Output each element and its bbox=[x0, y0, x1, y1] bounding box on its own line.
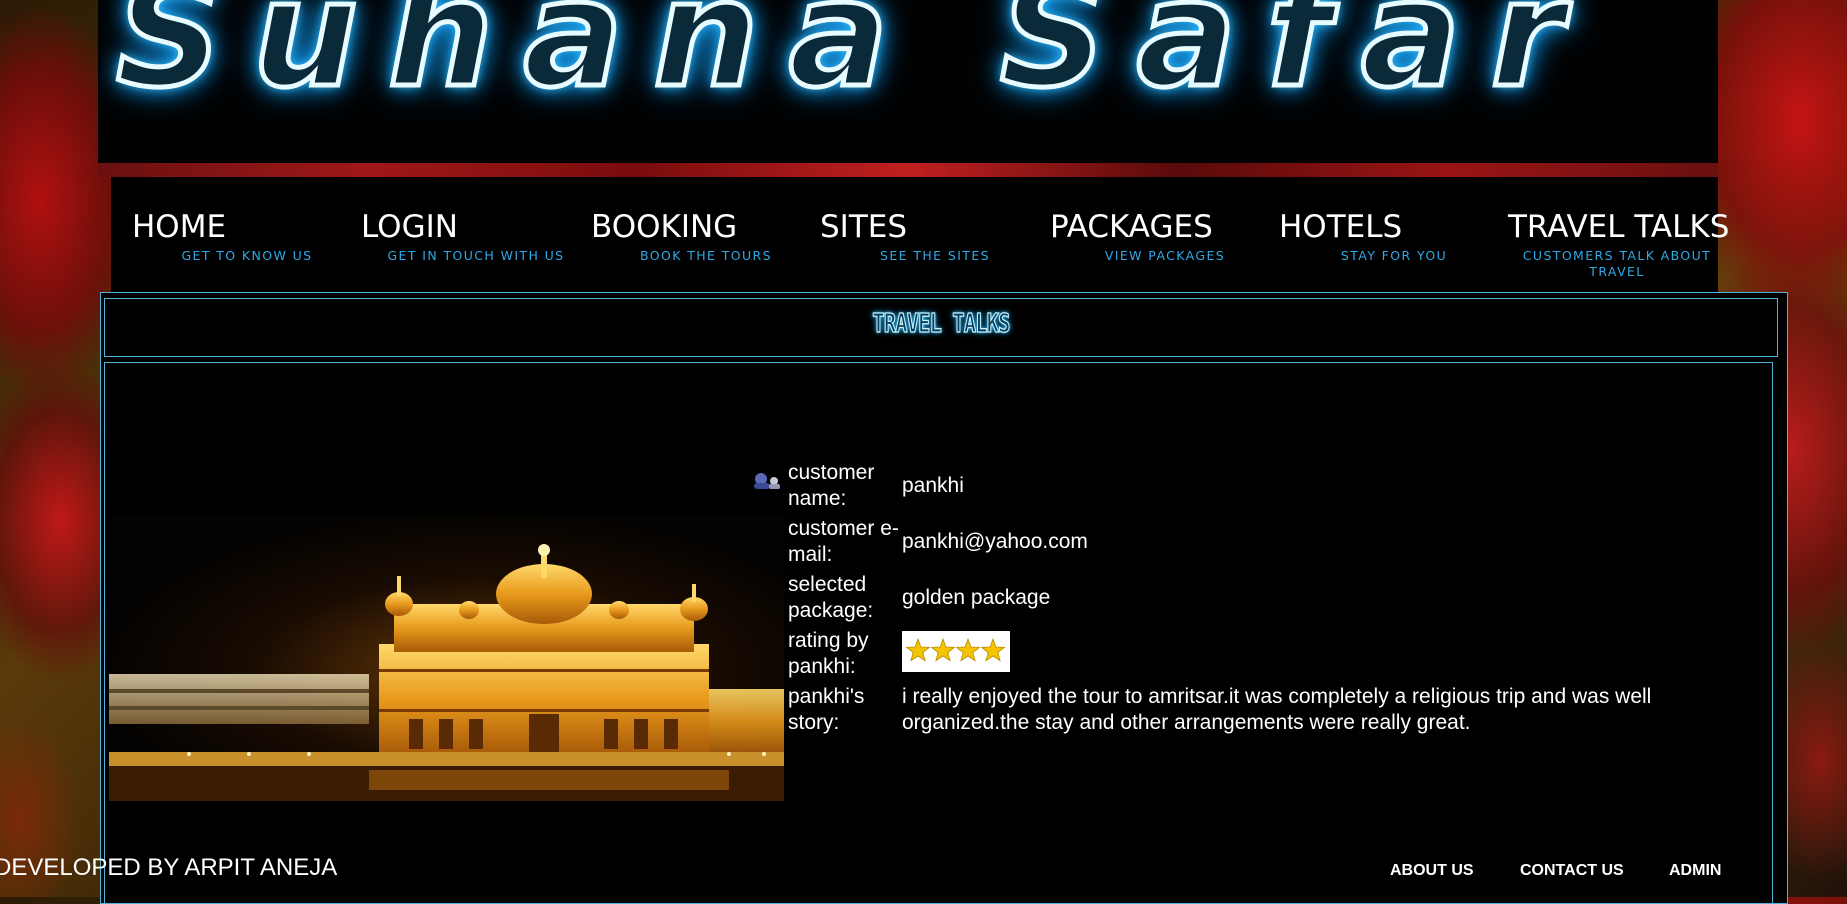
nav-sublabel: GET IN TOUCH WITH US bbox=[387, 248, 565, 263]
review-row-package: selected package: golden package bbox=[788, 572, 1702, 628]
review-row-name: customer name: pankhi bbox=[788, 460, 1702, 516]
nav-item-hotels[interactable]: HOTELS STAY FOR YOU bbox=[1279, 209, 1509, 264]
nav-sublabel: BOOK THE TOURS bbox=[640, 248, 772, 263]
rating-label: rating by pankhi: bbox=[788, 629, 869, 678]
nav-sublabel: VIEW PACKAGES bbox=[1104, 248, 1226, 263]
site-banner: Suhana Safar bbox=[98, 0, 1718, 163]
nav-sublabel: STAY FOR YOU bbox=[1340, 248, 1448, 263]
nav-label[interactable]: PACKAGES bbox=[1050, 209, 1280, 245]
rating-stars bbox=[902, 631, 1010, 672]
nav-sublabel: GET TO KNOW US bbox=[181, 248, 313, 263]
story-label: pankhi's story: bbox=[788, 685, 865, 734]
star-icon bbox=[930, 637, 956, 662]
main-nav: HOME GET TO KNOW US LOGIN GET IN TOUCH W… bbox=[111, 177, 1729, 292]
nav-item-packages[interactable]: PACKAGES VIEW PACKAGES bbox=[1050, 209, 1280, 264]
footer-link-admin[interactable]: ADMIN bbox=[1669, 862, 1721, 880]
review-row-story: pankhi's story: i really enjoyed the tou… bbox=[788, 684, 1702, 736]
story-text: i really enjoyed the tour to amritsar.it… bbox=[902, 685, 1652, 734]
nav-label[interactable]: LOGIN bbox=[361, 209, 591, 245]
nav-item-login[interactable]: LOGIN GET IN TOUCH WITH US bbox=[361, 209, 591, 264]
customer-name-value: pankhi bbox=[902, 474, 964, 497]
customer-email-label: customer e-mail: bbox=[788, 517, 899, 566]
footer-link-contact[interactable]: CONTACT US bbox=[1520, 862, 1624, 880]
review-row-email: customer e-mail: pankhi@yahoo.com bbox=[788, 516, 1702, 572]
star-icon bbox=[980, 637, 1006, 662]
nav-label[interactable]: TRAVEL TALKS bbox=[1508, 209, 1729, 245]
nav-label[interactable]: HOTELS bbox=[1279, 209, 1509, 245]
nav-item-booking[interactable]: BOOKING BOOK THE TOURS bbox=[591, 209, 821, 264]
selected-package-label: selected package: bbox=[788, 573, 874, 622]
nav-item-home[interactable]: HOME GET TO KNOW US bbox=[132, 209, 362, 264]
temple-illustration bbox=[109, 514, 784, 801]
review-row-rating: rating by pankhi: bbox=[788, 628, 1702, 684]
nav-item-sites[interactable]: SITES SEE THE SITES bbox=[820, 209, 1050, 264]
nav-label[interactable]: BOOKING bbox=[591, 209, 821, 245]
nav-sublabel: SEE THE SITES bbox=[880, 248, 990, 263]
user-icon bbox=[752, 472, 782, 490]
rating-stars-icon bbox=[905, 637, 1006, 662]
star-icon bbox=[955, 637, 981, 662]
golden-temple-image bbox=[109, 514, 784, 801]
page-title: TRAVEL TALKS bbox=[872, 308, 1011, 339]
review-details: customer name: pankhi customer e-mail: p… bbox=[788, 460, 1702, 736]
selected-package-value: golden package bbox=[902, 586, 1051, 609]
customer-name-label: customer name: bbox=[788, 461, 875, 510]
page-title-box: TRAVEL TALKS bbox=[104, 298, 1778, 357]
nav-sublabel: CUSTOMERS TALK ABOUT TRAVEL bbox=[1522, 248, 1712, 279]
footer-link-about[interactable]: ABOUT US bbox=[1390, 862, 1474, 880]
star-icon bbox=[905, 637, 931, 662]
nav-label[interactable]: HOME bbox=[132, 209, 362, 245]
decorative-strip bbox=[98, 163, 1718, 177]
nav-item-travel-talks[interactable]: TRAVEL TALKS CUSTOMERS TALK ABOUT TRAVEL bbox=[1508, 209, 1729, 280]
developer-credit: DEVELOPED BY ARPIT ANEJA bbox=[0, 854, 338, 881]
site-logo-text: Suhana Safar bbox=[114, 0, 1594, 123]
nav-label[interactable]: SITES bbox=[820, 209, 1050, 245]
customer-email-value: pankhi@yahoo.com bbox=[902, 530, 1088, 553]
